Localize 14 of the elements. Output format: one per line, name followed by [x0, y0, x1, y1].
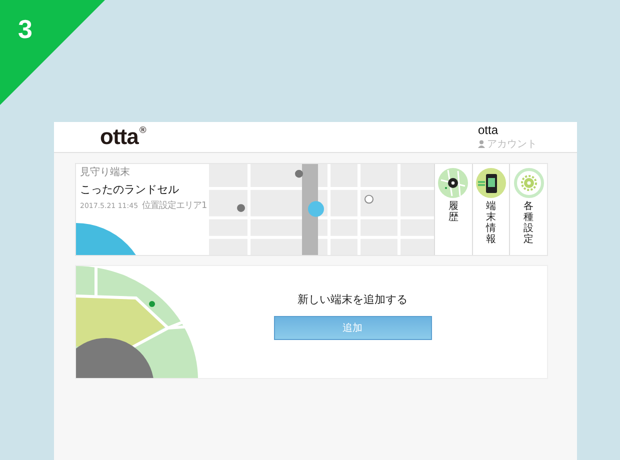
add-device-heading: 新しい端末を追加する [298, 292, 408, 307]
action-label[interactable]: 各種設定 [524, 201, 534, 245]
map-pin-icon[interactable] [438, 168, 468, 198]
step-number: 3 [18, 14, 32, 45]
location-label: 位置設定エリア1 [142, 200, 207, 212]
device-category: 見守り端末 [80, 166, 131, 179]
person-icon [478, 140, 485, 148]
action-label[interactable]: 端末情報 [486, 201, 496, 245]
device-name: こったのランドセル [80, 182, 180, 197]
registered-mark: ® [138, 126, 148, 136]
action-label[interactable]: 履歴 [448, 201, 458, 223]
phone-icon[interactable] [476, 168, 506, 198]
user-name: otta [478, 123, 498, 137]
logo: otta [100, 126, 138, 148]
